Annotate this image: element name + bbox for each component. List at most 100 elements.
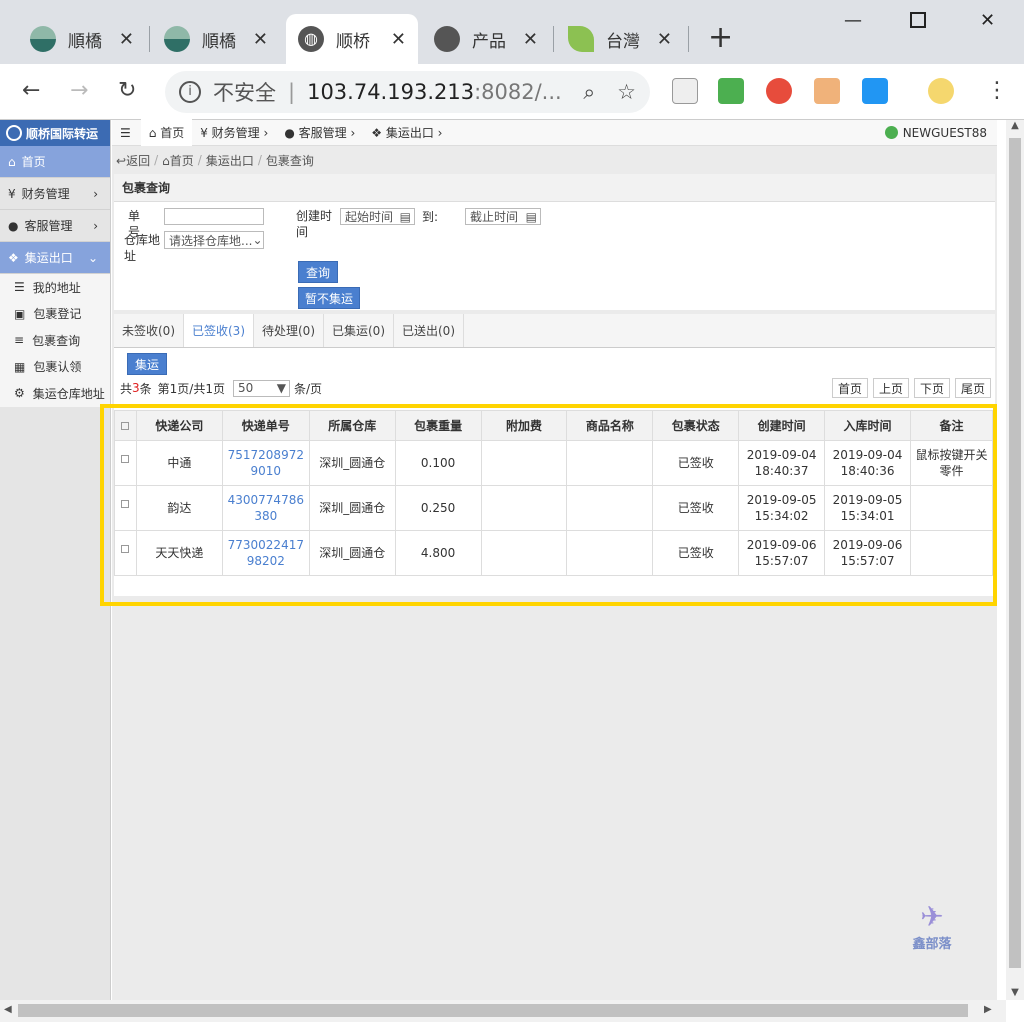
first-page-button[interactable]: 首页 <box>831 378 868 398</box>
maximize-icon[interactable] <box>910 12 926 28</box>
warehouse-label: 仓库地址 <box>124 233 161 263</box>
breadcrumb-home[interactable]: ⌂首页 <box>162 152 194 169</box>
topnav-export[interactable]: ❖ 集运出口 › <box>363 124 450 141</box>
menu-kebab-icon[interactable]: ⋮ <box>986 78 1008 103</box>
panel-title: 包裹查询 <box>114 174 995 202</box>
profile-avatar[interactable] <box>928 78 954 104</box>
browser-tab[interactable]: 台灣 ✕ <box>556 14 684 64</box>
yen-icon: ¥ <box>8 186 16 201</box>
paper-plane-icon: ✈ <box>920 900 944 933</box>
zoom-icon[interactable]: ⌕ <box>583 80 595 105</box>
to-label: 到: <box>422 210 439 224</box>
topnav-home[interactable]: ⌂ 首页 <box>140 119 193 146</box>
last-page-button[interactable]: 尾页 <box>954 378 991 398</box>
pagination-bar: 共3条 第1页/共1页 50 ▼ 条/页 首页 上页 下页 尾页 <box>114 374 995 402</box>
consolidate-button[interactable]: 集运 <box>127 353 167 375</box>
sidebar-item-finance[interactable]: ¥ 财务管理 › <box>0 178 110 210</box>
close-tab-icon[interactable]: ✕ <box>657 29 672 50</box>
scroll-left-icon[interactable]: ◀ <box>4 1004 12 1015</box>
close-window-icon[interactable]: ✕ <box>980 10 995 31</box>
scroll-thumb-horizontal[interactable] <box>18 1004 968 1017</box>
tab-signed[interactable]: 已签收(3) <box>184 314 254 347</box>
browser-tab-active[interactable]: ◍ 顺桥 ✕ <box>286 14 418 64</box>
new-tab-button[interactable]: + <box>708 20 733 55</box>
query-button[interactable]: 查询 <box>298 261 338 283</box>
page-size-select[interactable]: 50 ▼ <box>233 379 290 397</box>
breadcrumb: ↩返回 / ⌂首页 / 集运出口 / 包裹查询 <box>116 152 314 169</box>
browser-tab[interactable]: 产品 ✕ <box>422 14 550 64</box>
status-tabs: 未签收(0) 已签收(3) 待处理(0) 已集运(0) 已送出(0) <box>114 314 995 348</box>
chevron-right-icon: › <box>93 186 98 201</box>
scroll-down-icon[interactable]: ▼ <box>1006 987 1024 998</box>
hamburger-icon[interactable]: ☰ <box>120 126 131 140</box>
scroll-right-icon[interactable]: ▶ <box>984 1004 992 1015</box>
star-icon[interactable]: ☆ <box>617 80 636 104</box>
sidebar-subitem-warehouse[interactable]: ⚙ 集运仓库地址 <box>0 380 110 407</box>
sidebar-item-export[interactable]: ❖ 集运出口 ⌄ <box>0 242 110 274</box>
home-icon: ⌂ <box>8 154 16 169</box>
site-favicon-icon <box>30 26 56 52</box>
sidebar-subitem-claim[interactable]: ▦ 包裹认领 <box>0 353 110 380</box>
next-page-button[interactable]: 下页 <box>913 378 950 398</box>
topnav-finance[interactable]: ¥ 财务管理 › <box>192 124 276 141</box>
reload-icon[interactable]: ↻ <box>118 78 136 103</box>
close-tab-icon[interactable]: ✕ <box>523 29 538 50</box>
extension-icon[interactable] <box>814 78 840 104</box>
chevron-right-icon: › <box>93 218 98 233</box>
start-time-input[interactable]: 起始时间 ▤ <box>340 208 415 225</box>
tab-consolidated[interactable]: 已集运(0) <box>324 314 394 347</box>
user-menu[interactable]: NEWGUEST88 <box>884 126 987 140</box>
back-arrow-icon[interactable]: ← <box>22 78 40 103</box>
user-icon <box>884 126 898 139</box>
back-link[interactable]: ↩返回 <box>116 152 150 169</box>
tab-pending[interactable]: 待处理(0) <box>254 314 324 347</box>
url-path: :8082/... <box>474 80 562 104</box>
warehouse-select[interactable]: 请选择仓库地... ⌄ <box>164 231 264 249</box>
extension-icon[interactable] <box>862 78 888 104</box>
close-tab-icon[interactable]: ✕ <box>391 29 406 50</box>
align-left-icon: ≡ <box>14 333 25 348</box>
extension-icon[interactable] <box>766 78 792 104</box>
close-tab-icon[interactable]: ✕ <box>119 29 134 50</box>
tab-unsigned[interactable]: 未签收(0) <box>114 314 184 347</box>
topnav-service[interactable]: ● 客服管理 › <box>276 124 363 141</box>
total-count: 3 <box>132 381 140 395</box>
sidebar-subitem-my-address[interactable]: ☰ 我的地址 <box>0 274 110 301</box>
end-time-input[interactable]: 截止时间 ▤ <box>465 208 541 225</box>
hold-button[interactable]: 暂不集运 <box>298 287 360 309</box>
list-icon: ☰ <box>14 280 25 295</box>
order-input[interactable] <box>164 208 264 225</box>
calendar-icon: ▤ <box>399 209 411 224</box>
browser-tab-strip: 順橋 ✕ 順橋 ✕ ◍ 顺桥 ✕ 产品 ✕ 台灣 ✕ + — ✕ <box>0 0 1024 64</box>
site-favicon-icon <box>164 26 190 52</box>
sidebar-subitem-register[interactable]: ▣ 包裹登记 <box>0 300 110 327</box>
close-tab-icon[interactable]: ✕ <box>253 29 268 50</box>
sidebar-item-home[interactable]: ⌂ 首页 <box>0 146 110 178</box>
horizontal-scrollbar[interactable]: ◀ ▶ <box>0 1000 1006 1022</box>
vertical-scrollbar[interactable]: ▲ ▼ <box>1006 120 1024 1000</box>
address-bar[interactable]: i 不安全 | 103.74.193.213 :8082/... ⌕ ☆ <box>165 71 650 113</box>
forward-arrow-icon[interactable]: → <box>70 78 88 103</box>
browser-toolbar: ← → ↻ i 不安全 | 103.74.193.213 :8082/... ⌕… <box>0 64 1024 120</box>
breadcrumb-current: 包裹查询 <box>265 153 314 168</box>
sidebar: 顺桥国际转运 ⌂ 首页 ¥ 财务管理 › ● 客服管理 › ❖ 集运出口 ⌄ ☰ 我的地址 ▣ 包… <box>0 120 111 1000</box>
sidebar-subitem-query[interactable]: ≡ 包裹查询 <box>0 327 110 354</box>
browser-tab[interactable]: 順橋 ✕ <box>18 14 146 64</box>
scroll-up-icon[interactable]: ▲ <box>1006 120 1024 131</box>
browser-tab[interactable]: 順橋 ✕ <box>152 14 280 64</box>
info-icon[interactable]: i <box>179 81 201 103</box>
search-panel: 包裹查询 单号 仓库地址 请选择仓库地... ⌄ 创建时间 起始时间 ▤ 到: 截止… <box>114 174 995 310</box>
prev-page-button[interactable]: 上页 <box>872 378 909 398</box>
minimize-icon[interactable]: — <box>844 10 862 31</box>
chevron-down-icon: ⌄ <box>87 250 98 265</box>
extension-icon[interactable] <box>718 78 744 104</box>
scroll-thumb[interactable] <box>1009 138 1021 968</box>
cubes-icon: ❖ <box>8 250 19 265</box>
calendar-icon: ▤ <box>525 209 537 224</box>
created-time-label: 创建时间 <box>296 209 333 239</box>
breadcrumb-export[interactable]: 集运出口 <box>206 152 254 169</box>
url-host: 103.74.193.213 <box>307 80 475 104</box>
tab-shipped[interactable]: 已送出(0) <box>394 314 464 347</box>
extension-icon[interactable] <box>672 78 698 104</box>
sidebar-item-service[interactable]: ● 客服管理 › <box>0 210 110 242</box>
